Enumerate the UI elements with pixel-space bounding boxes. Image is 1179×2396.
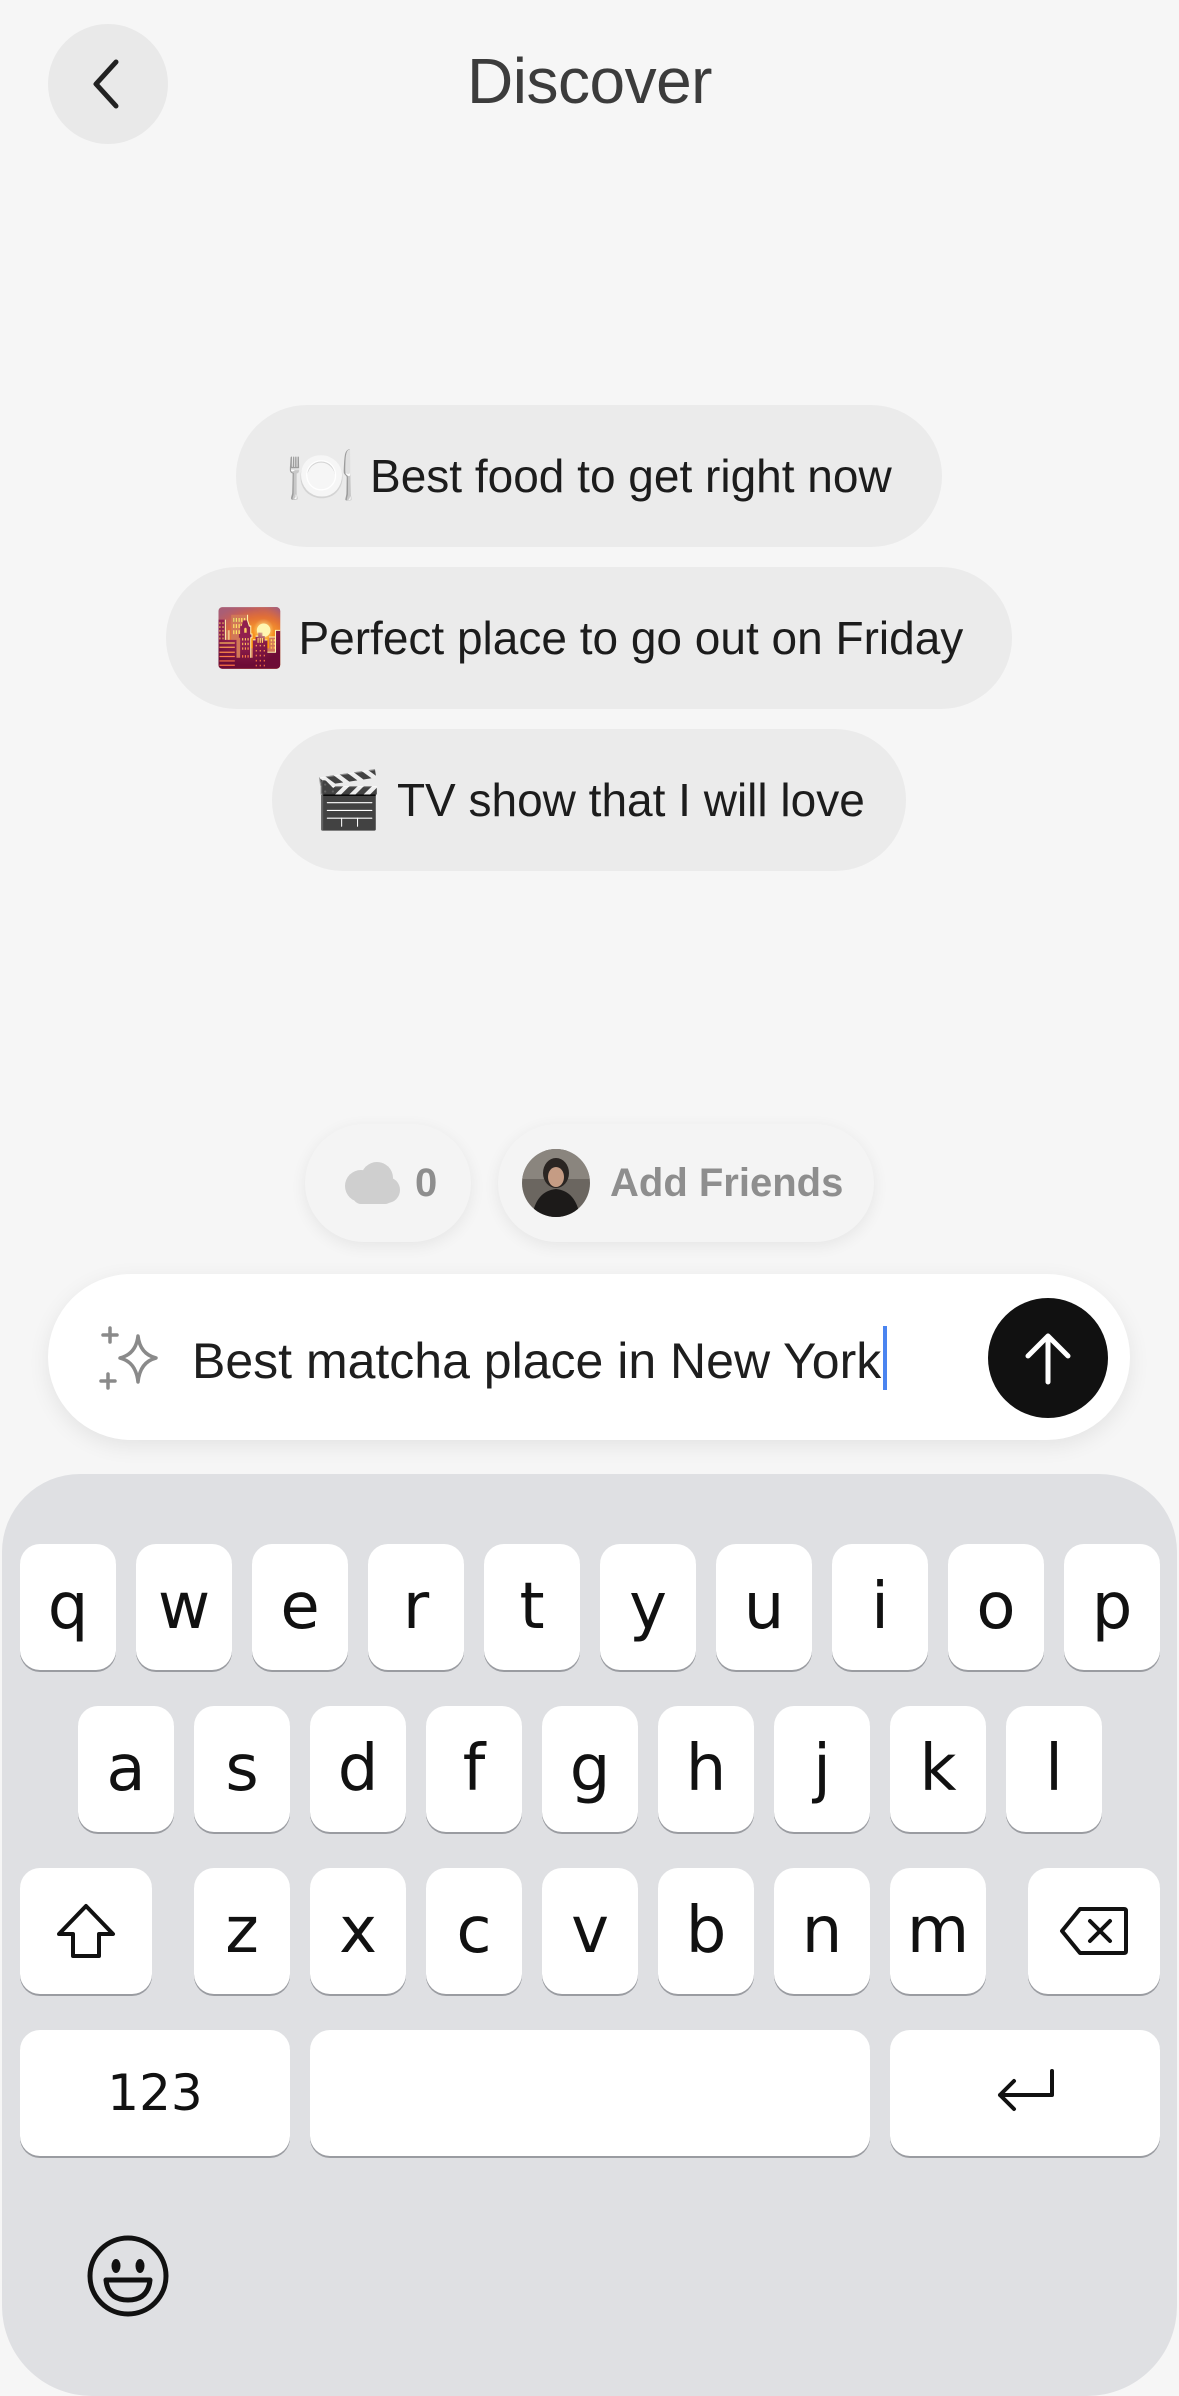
key-q[interactable]: q [20, 1544, 116, 1670]
key-r[interactable]: r [368, 1544, 464, 1670]
clapper-board-icon: 🎬 [313, 768, 383, 831]
shift-icon [57, 1904, 115, 1958]
key-k[interactable]: k [890, 1706, 986, 1832]
city-sunset-icon: 🌇 [214, 606, 285, 669]
backspace-icon [1060, 1907, 1128, 1955]
suggestion-chip-tv-show[interactable]: 🎬 TV show that I will love [272, 729, 906, 871]
key-m[interactable]: m [890, 1868, 986, 1994]
key-f[interactable]: f [426, 1706, 522, 1832]
numbers-key[interactable]: 123 [20, 2030, 290, 2156]
emoji-key[interactable] [82, 2230, 174, 2322]
key-s[interactable]: s [194, 1706, 290, 1832]
suggestion-label: Best food to get right now [370, 450, 892, 502]
sparkle-icon [99, 1326, 158, 1390]
search-input-bar[interactable]: Best matcha place in New York [48, 1274, 1130, 1440]
return-icon [998, 2069, 1054, 2111]
cloud-count-pill[interactable]: 0 [305, 1124, 471, 1242]
key-v[interactable]: v [542, 1868, 638, 1994]
key-o[interactable]: o [948, 1544, 1044, 1670]
arrow-up-icon [1025, 1333, 1071, 1385]
send-button[interactable] [988, 1298, 1108, 1418]
key-p[interactable]: p [1064, 1544, 1160, 1670]
suggestion-chip-going-out[interactable]: 🌇 Perfect place to go out on Friday [166, 567, 1012, 709]
add-friends-button[interactable]: Add Friends [498, 1124, 874, 1242]
key-t[interactable]: t [484, 1544, 580, 1670]
shift-key[interactable] [20, 1868, 152, 1994]
key-a[interactable]: a [78, 1706, 174, 1832]
key-c[interactable]: c [426, 1868, 522, 1994]
key-n[interactable]: n [774, 1868, 870, 1994]
add-friends-label: Add Friends [610, 1160, 844, 1205]
key-u[interactable]: u [716, 1544, 812, 1670]
cloud-count: 0 [415, 1160, 438, 1205]
key-b[interactable]: b [658, 1868, 754, 1994]
key-x[interactable]: x [310, 1868, 406, 1994]
suggestion-label: Perfect place to go out on Friday [298, 612, 964, 664]
avatar [522, 1149, 590, 1217]
return-key[interactable] [890, 2030, 1160, 2156]
key-e[interactable]: e [252, 1544, 348, 1670]
key-g[interactable]: g [542, 1706, 638, 1832]
suggestion-chip-food[interactable]: 🍽️ Best food to get right now [236, 405, 942, 547]
text-caret [883, 1326, 888, 1390]
key-w[interactable]: w [136, 1544, 232, 1670]
key-j[interactable]: j [774, 1706, 870, 1832]
suggestion-label: TV show that I will love [396, 774, 865, 826]
key-z[interactable]: z [194, 1868, 290, 1994]
page-title: Discover [467, 45, 712, 117]
search-input-value: Best matcha place in New York [192, 1333, 882, 1389]
key-i[interactable]: i [832, 1544, 928, 1670]
search-input[interactable]: Best matcha place in New York [192, 1326, 888, 1390]
cloud-icon [345, 1162, 400, 1204]
keyboard: q w e r t y u i o p a s d f g h j k l z … [2, 1474, 1177, 2396]
key-l[interactable]: l [1006, 1706, 1102, 1832]
emoji-icon [87, 2235, 169, 2317]
key-d[interactable]: d [310, 1706, 406, 1832]
plate-icon: 🍽️ [286, 444, 357, 507]
space-key[interactable] [310, 2030, 870, 2156]
key-y[interactable]: y [600, 1544, 696, 1670]
delete-key[interactable] [1028, 1868, 1160, 1994]
key-h[interactable]: h [658, 1706, 754, 1832]
